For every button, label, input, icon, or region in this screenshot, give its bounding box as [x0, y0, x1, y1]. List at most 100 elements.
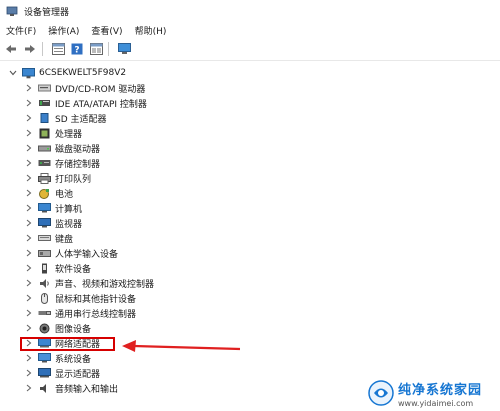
tree-item-label: 显示适配器	[55, 369, 101, 380]
tree-item-label: IDE ATA/ATAPI 控制器	[55, 99, 147, 110]
scan-hardware-button[interactable]	[116, 41, 132, 57]
view-icon	[89, 43, 103, 55]
tree-item-label: 键盘	[55, 234, 74, 245]
properties-button[interactable]	[50, 41, 66, 57]
title-bar: 设备管理器	[0, 0, 500, 22]
tree-item-label: 系统设备	[55, 354, 92, 365]
chevron-right-icon[interactable]	[24, 278, 34, 288]
tree-item-ide[interactable]: IDE ATA/ATAPI 控制器	[24, 96, 147, 110]
tree-item-label: 通用串行总线控制器	[55, 309, 137, 320]
tree-item-label: 磁盘驱动器	[55, 144, 101, 155]
tree-item-label: 电池	[55, 189, 74, 200]
tree-item-label: 计算机	[55, 204, 83, 215]
tree-item-label: 监视器	[55, 219, 83, 230]
tree-item-monitor[interactable]: 监视器	[24, 216, 82, 230]
chevron-right-icon[interactable]	[24, 173, 34, 183]
chevron-right-icon[interactable]	[24, 263, 34, 273]
tree-item-hid[interactable]: 人体学输入设备	[24, 246, 118, 260]
tree-item-audio-io[interactable]: 音频输入和输出	[24, 381, 118, 395]
svg-text:?: ?	[74, 46, 79, 56]
chevron-right-icon[interactable]	[24, 143, 34, 153]
watermark-logo-icon	[368, 380, 394, 406]
menu-help[interactable]: 帮助(H)	[135, 24, 167, 37]
battery-icon	[38, 188, 51, 199]
forward-arrow-icon	[25, 45, 35, 53]
chevron-right-icon[interactable]	[24, 233, 34, 243]
toolbar: ?	[0, 38, 500, 61]
chevron-right-icon[interactable]	[24, 128, 34, 138]
watermark: 纯净系统家园 www.yidaimei.com	[368, 376, 498, 410]
keyboard-icon	[38, 233, 51, 244]
view-button[interactable]	[88, 41, 104, 57]
chevron-right-icon[interactable]	[24, 218, 34, 228]
watermark-url: www.yidaimei.com	[398, 398, 474, 408]
tree-item-label: 声音、视频和游戏控制器	[55, 279, 155, 290]
tree-item-battery[interactable]: 电池	[24, 186, 73, 200]
tree-item-computer[interactable]: 计算机	[24, 201, 82, 215]
chevron-right-icon[interactable]	[24, 113, 34, 123]
display-adapter-icon	[38, 368, 51, 379]
tree-item-imaging[interactable]: 图像设备	[24, 321, 91, 335]
menu-action[interactable]: 操作(A)	[48, 24, 79, 37]
sd-adapter-icon	[38, 113, 51, 124]
hid-icon	[38, 248, 51, 259]
back-button[interactable]	[3, 41, 19, 57]
chevron-right-icon[interactable]	[24, 188, 34, 198]
printer-icon	[38, 172, 51, 184]
window-title: 设备管理器	[24, 7, 70, 18]
chevron-right-icon[interactable]	[24, 203, 34, 213]
tree-item-display[interactable]: 显示适配器	[24, 366, 100, 380]
help-button[interactable]: ?	[69, 41, 85, 57]
software-device-icon	[38, 263, 51, 274]
tree-item-disk[interactable]: 磁盘驱动器	[24, 141, 100, 155]
ide-controller-icon	[38, 98, 51, 109]
monitor-icon	[38, 218, 51, 229]
tree-item-processor[interactable]: 处理器	[24, 126, 82, 140]
chevron-right-icon[interactable]	[24, 308, 34, 318]
tree-item-keyboard[interactable]: 键盘	[24, 231, 73, 245]
disk-drive-icon	[38, 143, 51, 154]
back-arrow-icon	[6, 45, 16, 53]
tree-item-sound[interactable]: 声音、视频和游戏控制器	[24, 276, 154, 290]
chevron-right-icon[interactable]	[24, 248, 34, 258]
tree-item-print-queue[interactable]: 打印队列	[24, 171, 91, 185]
chevron-down-icon[interactable]	[8, 68, 18, 78]
tree-item-label: SD 主适配器	[55, 114, 107, 125]
tree-item-label: 处理器	[55, 129, 83, 140]
tree-item-label: 人体学输入设备	[55, 249, 119, 260]
chevron-right-icon[interactable]	[24, 368, 34, 378]
chevron-right-icon[interactable]	[24, 383, 34, 393]
chevron-right-icon[interactable]	[24, 83, 34, 93]
chevron-right-icon[interactable]	[24, 98, 34, 108]
tree-item-storage[interactable]: 存储控制器	[24, 156, 100, 170]
chevron-right-icon[interactable]	[24, 293, 34, 303]
tree-item-mouse[interactable]: 鼠标和其他指针设备	[24, 291, 136, 305]
menu-file[interactable]: 文件(F)	[6, 24, 36, 37]
tree-item-label: 存储控制器	[55, 159, 101, 170]
chevron-right-icon[interactable]	[24, 353, 34, 363]
audio-io-icon	[38, 383, 51, 394]
menu-view[interactable]: 查看(V)	[91, 24, 122, 37]
tree-item-sd[interactable]: SD 主适配器	[24, 111, 107, 125]
tree-item-software[interactable]: 软件设备	[24, 261, 91, 275]
forward-button[interactable]	[22, 41, 38, 57]
help-icon: ?	[71, 43, 83, 55]
properties-icon	[51, 43, 65, 55]
tree-item-label: 鼠标和其他指针设备	[55, 294, 137, 305]
tree-item-label: 图像设备	[55, 324, 92, 335]
highlight-box	[20, 337, 115, 351]
menu-bar: 文件(F) 操作(A) 查看(V) 帮助(H)	[0, 22, 500, 38]
storage-controller-icon	[38, 158, 51, 169]
arrow-annotation	[122, 340, 241, 352]
tree-item-dvd[interactable]: DVD/CD-ROM 驱动器	[24, 81, 145, 95]
tree-root[interactable]: 6CSEKWELT5F98V2	[8, 66, 126, 80]
chevron-right-icon[interactable]	[24, 323, 34, 333]
chevron-right-icon[interactable]	[24, 158, 34, 168]
watermark-title: 纯净系统家园	[398, 382, 483, 398]
tree-item-usb[interactable]: 通用串行总线控制器	[24, 306, 136, 320]
tree-item-label: 音频输入和输出	[55, 384, 119, 395]
tree-item-system[interactable]: 系统设备	[24, 351, 91, 365]
tree-item-label: 软件设备	[55, 264, 92, 275]
monitor-scan-icon	[117, 43, 131, 54]
computer-icon	[38, 203, 51, 214]
